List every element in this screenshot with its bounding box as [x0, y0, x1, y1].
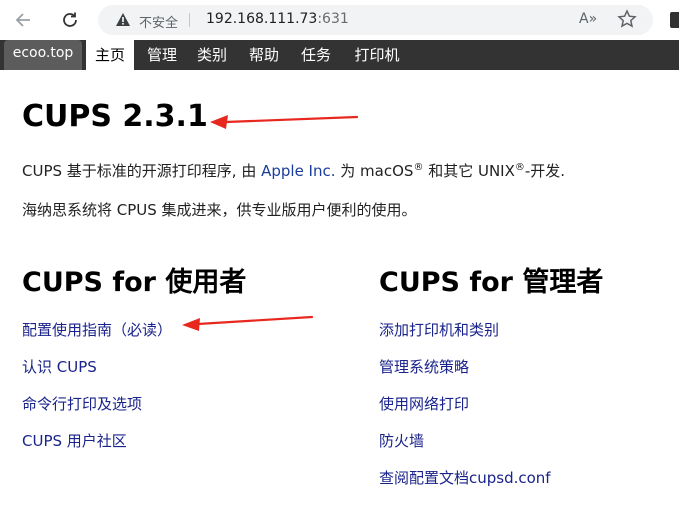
- reload-icon: [63, 12, 77, 27]
- page-title: CUPS 2.3.1: [22, 99, 208, 134]
- read-aloud-icon[interactable]: A»: [579, 11, 597, 27]
- tab-classes[interactable]: 类别: [190, 40, 234, 70]
- tab-help[interactable]: 帮助: [242, 40, 286, 70]
- integration-text: 海纳思系统将 CPUS 集成进来，供专业版用户便利的使用。: [22, 201, 417, 219]
- url-host: 192.168.111.73: [206, 11, 318, 27]
- link-network-printing[interactable]: 使用网络打印: [379, 393, 469, 414]
- intro-part3: 和其它 UNIX: [423, 162, 515, 180]
- tab-jobs[interactable]: 任务: [294, 40, 338, 70]
- address-bar[interactable]: 不安全 192.168.111.73:631 A»: [98, 5, 653, 35]
- link-cupsd-conf[interactable]: 查阅配置文档cupsd.conf: [379, 467, 551, 488]
- insecure-label[interactable]: 不安全: [139, 12, 178, 31]
- link-setup-guide[interactable]: 配置使用指南（必读）: [22, 319, 172, 340]
- registered-mark: ®: [413, 162, 424, 173]
- url-port: :631: [317, 11, 349, 27]
- users-heading: CUPS for 使用者: [22, 267, 247, 298]
- back-button[interactable]: [10, 6, 38, 34]
- link-overview[interactable]: 认识 CUPS: [22, 356, 97, 377]
- intro-part4: -开发.: [524, 162, 566, 180]
- link-add-printers[interactable]: 添加打印机和类别: [379, 319, 499, 340]
- link-command-line[interactable]: 命令行打印及选项: [22, 393, 142, 414]
- intro-part2: 为 macOS: [335, 162, 414, 180]
- warning-icon[interactable]: [115, 12, 131, 27]
- link-firewall[interactable]: 防火墙: [379, 430, 424, 451]
- link-policies[interactable]: 管理系统策略: [379, 356, 469, 377]
- apple-link[interactable]: Apple Inc.: [261, 162, 335, 180]
- star-icon[interactable]: [617, 9, 637, 29]
- arrow-left-icon: [15, 13, 30, 27]
- arrow-to-setup-guide: [182, 315, 314, 331]
- url-text[interactable]: 192.168.111.73:631: [206, 11, 349, 27]
- admins-heading: CUPS for 管理者: [379, 267, 604, 298]
- address-separator: [189, 13, 190, 27]
- browser-toolbar: 不安全 192.168.111.73:631 A»: [0, 0, 679, 40]
- registered-mark: ®: [514, 162, 525, 173]
- arrow-to-title: [210, 115, 359, 129]
- link-user-forum[interactable]: CUPS 用户社区: [22, 430, 127, 451]
- intro-part1: CUPS 基于标准的开源打印程序, 由: [22, 162, 262, 180]
- reload-button[interactable]: [56, 6, 84, 34]
- tab-printers[interactable]: 打印机: [346, 40, 408, 70]
- intro-text: CUPS 基于标准的开源打印程序, 由 Apple Inc. 为 macOS® …: [22, 160, 565, 181]
- tab-home[interactable]: 主页: [86, 40, 134, 70]
- tab-admin[interactable]: 管理: [140, 40, 184, 70]
- brand-tab[interactable]: ecoo.top: [4, 40, 82, 70]
- extension-icon[interactable]: [670, 12, 679, 28]
